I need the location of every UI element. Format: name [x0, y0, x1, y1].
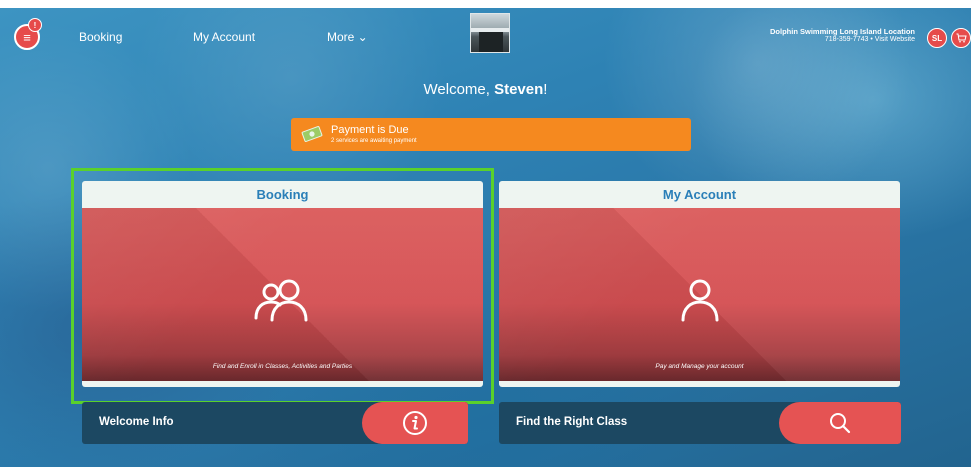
app-background: ≡ ! Booking My Account More ⌄ Dolphin Sw… — [0, 8, 971, 467]
nav-more[interactable]: More ⌄ — [327, 30, 368, 44]
find-class-button[interactable] — [779, 402, 901, 444]
top-navigation: ≡ ! Booking My Account More ⌄ Dolphin Sw… — [0, 8, 971, 64]
user-icon — [681, 279, 718, 322]
payment-due-banner[interactable]: Payment is Due 2 services are awaiting p… — [291, 118, 691, 151]
location-name: Dolphin Swimming Long Island Location — [770, 27, 915, 36]
user-avatar[interactable]: SL — [927, 28, 947, 48]
cart-button[interactable] — [951, 28, 971, 48]
find-class-label: Find the Right Class — [516, 416, 628, 428]
nav-my-account[interactable]: My Account — [193, 30, 255, 44]
menu-icon: ≡ — [23, 29, 31, 45]
booking-card-footer — [82, 381, 483, 387]
account-card-body: Pay and Manage your account — [499, 208, 900, 381]
search-icon — [830, 413, 851, 434]
welcome-prefix: Welcome, — [423, 81, 495, 98]
location-contact[interactable]: 718-359-7743 • Visit Website — [770, 36, 915, 43]
booking-card-caption: Find and Enroll in Classes, Activities a… — [212, 363, 353, 370]
welcome-info-button[interactable] — [362, 402, 468, 444]
money-icon — [301, 126, 323, 142]
payment-title: Payment is Due — [331, 124, 409, 136]
booking-card[interactable]: Booking Find and Enroll in Classes, Acti… — [82, 181, 483, 387]
payment-subtitle: 2 services are awaiting payment — [331, 138, 417, 144]
account-card-title: My Account — [499, 181, 900, 208]
booking-card-body: Find and Enroll in Classes, Activities a… — [82, 208, 483, 381]
location-info[interactable]: Dolphin Swimming Long Island Location 71… — [770, 28, 915, 43]
users-icon — [254, 279, 307, 322]
welcome-info-bar[interactable]: Welcome Info — [82, 402, 468, 444]
cart-icon — [956, 33, 967, 43]
booking-card-title: Booking — [82, 181, 483, 208]
notification-badge: ! — [28, 18, 42, 32]
find-class-bar[interactable]: Find the Right Class — [499, 402, 901, 444]
info-icon — [403, 411, 427, 435]
welcome-info-label: Welcome Info — [99, 416, 174, 428]
account-card-caption: Pay and Manage your account — [655, 363, 744, 370]
account-card-footer — [499, 381, 900, 387]
account-card[interactable]: My Account Pay and Manage your account — [499, 181, 900, 387]
user-name: Steven — [494, 81, 544, 98]
facility-logo[interactable] — [470, 13, 510, 53]
welcome-suffix: ! — [543, 81, 548, 98]
welcome-message: Welcome, Steven! — [0, 81, 971, 98]
nav-booking[interactable]: Booking — [79, 30, 122, 44]
